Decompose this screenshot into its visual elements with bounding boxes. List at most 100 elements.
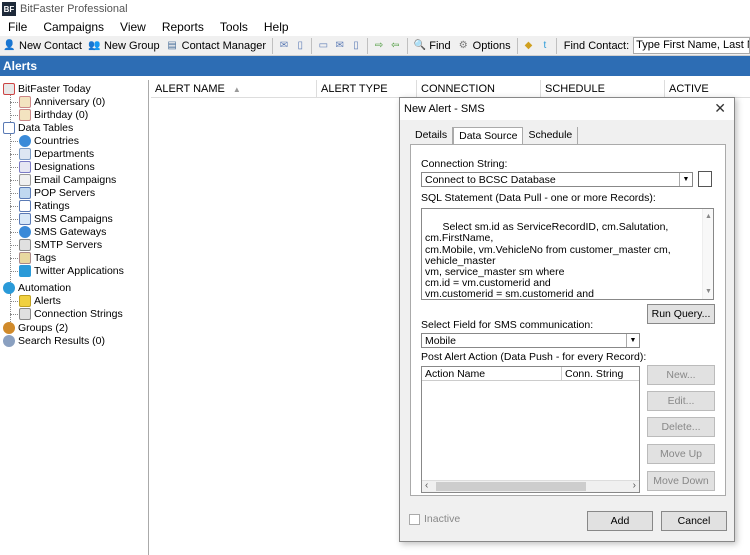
tree-item-countries[interactable]: Countries <box>19 134 79 147</box>
select-field-label: Select Field for SMS communication: <box>421 319 594 331</box>
menu-campaigns[interactable]: Campaigns <box>35 20 112 34</box>
tree-item-automation[interactable]: Automation <box>3 281 71 294</box>
tree-item-data-tables[interactable]: Data Tables <box>3 121 73 134</box>
column-header-action-name[interactable]: Action Name <box>422 367 562 381</box>
tree-item-pop-servers[interactable]: POP Servers <box>19 186 95 199</box>
sort-ascending-icon: ▲ <box>232 84 241 94</box>
tree-label: Designations <box>34 160 95 173</box>
toolbar: 👤 New Contact 👥 New Group ▤ Contact Mana… <box>0 36 750 56</box>
tree-item-tags[interactable]: Tags <box>19 251 56 264</box>
toolbar-separator <box>516 37 518 54</box>
globe-icon <box>19 134 31 147</box>
menu-tools[interactable]: Tools <box>212 20 256 34</box>
tree-item-designations[interactable]: Designations <box>19 160 95 173</box>
tree-item-departments[interactable]: Departments <box>19 147 94 160</box>
inactive-label: Inactive <box>424 513 461 525</box>
sms-field-value: Mobile <box>425 334 456 347</box>
tree-item-bitfaster-today[interactable]: BitFaster Today <box>3 82 91 95</box>
options-button[interactable]: ⚙ Options <box>454 37 514 55</box>
menu-view[interactable]: View <box>112 20 154 34</box>
tree-label: Search Results (0) <box>18 334 105 347</box>
new-action-button[interactable]: New... <box>647 365 715 385</box>
tree-item-sms-campaigns[interactable]: SMS Campaigns <box>19 212 113 225</box>
close-icon[interactable]: ✕ <box>714 100 726 117</box>
sms-field-select[interactable]: Mobile ▼ <box>421 333 640 348</box>
import-icon[interactable]: ⇨ <box>373 38 385 54</box>
tree-connector <box>10 115 18 116</box>
tree-connector <box>10 206 18 207</box>
menu-file[interactable]: File <box>0 20 35 34</box>
delete-action-button[interactable]: Delete... <box>647 417 715 437</box>
tab-data-source[interactable]: Data Source <box>453 127 524 145</box>
tree-label: BitFaster Today <box>18 82 91 95</box>
edit-action-button[interactable]: Edit... <box>647 391 715 411</box>
server-icon <box>19 238 31 251</box>
tree-item-ratings[interactable]: Ratings <box>19 199 70 212</box>
sms-icon[interactable]: ▯ <box>350 38 362 54</box>
bitfaster-icon[interactable]: ◆ <box>522 38 534 54</box>
tree-item-smtp-servers[interactable]: SMTP Servers <box>19 238 102 251</box>
scroll-up-icon[interactable]: ▲ <box>705 211 712 222</box>
scrollbar-thumb[interactable] <box>436 482 586 491</box>
twitter-icon[interactable]: t <box>539 38 551 54</box>
scroll-right-icon[interactable]: › <box>633 480 636 491</box>
column-header-active[interactable]: ACTIVE <box>665 80 750 98</box>
inactive-checkbox[interactable] <box>409 514 420 525</box>
new-contact-button[interactable]: 👤 New Contact <box>0 37 85 55</box>
document-icon[interactable]: ▭ <box>317 38 329 54</box>
export-icon[interactable]: ⇦ <box>389 38 401 54</box>
email-campaign-icon[interactable]: ✉ <box>333 38 345 54</box>
menu-help[interactable]: Help <box>256 20 297 34</box>
tree-item-groups[interactable]: Groups (2) <box>3 321 68 334</box>
tab-details[interactable]: Details <box>410 127 454 144</box>
post-alert-actions-grid[interactable]: Action Name Conn. String ‹ › <box>421 366 640 493</box>
tree-item-twitter-applications[interactable]: Twitter Applications <box>19 264 124 277</box>
contact-manager-button[interactable]: ▤ Contact Manager <box>163 37 269 55</box>
tree-item-birthday[interactable]: Birthday (0) <box>19 108 88 121</box>
dialog-title-bar: New Alert - SMS ✕ <box>400 98 734 120</box>
column-header-alert-name[interactable]: ALERT NAME ▲ <box>151 80 317 98</box>
find-button[interactable]: 🔍 Find <box>410 37 453 55</box>
connection-icon <box>19 307 31 320</box>
sql-statement-textarea[interactable]: Select sm.id as ServiceRecordID, cm.Salu… <box>421 208 714 300</box>
chevron-down-icon: ▼ <box>626 334 639 347</box>
connection-string-select[interactable]: Connect to BCSC Database ▼ <box>421 172 693 187</box>
server-icon <box>19 186 31 199</box>
move-up-button[interactable]: Move Up <box>647 444 715 464</box>
departments-icon <box>19 147 31 160</box>
move-down-button[interactable]: Move Down <box>647 471 715 491</box>
tree-item-alerts[interactable]: Alerts <box>19 294 61 307</box>
cancel-button[interactable]: Cancel <box>661 511 727 531</box>
tree-connector <box>10 232 18 233</box>
sql-scrollbar[interactable]: ▲ ▼ <box>702 209 713 299</box>
tree-connector <box>10 167 18 168</box>
scroll-left-icon[interactable]: ‹ <box>425 480 428 491</box>
column-label: ALERT TYPE <box>321 83 388 95</box>
new-connection-document-icon[interactable] <box>698 171 712 187</box>
tree-item-email-campaigns[interactable]: Email Campaigns <box>19 173 116 186</box>
tree-item-search-results[interactable]: Search Results (0) <box>3 334 105 347</box>
add-button[interactable]: Add <box>587 511 653 531</box>
email-icon[interactable]: ✉ <box>278 38 290 54</box>
post-alert-label: Post Alert Action (Data Push - for every… <box>421 351 647 363</box>
run-query-button[interactable]: Run Query... <box>647 304 715 324</box>
email-icon <box>19 173 31 186</box>
column-header-connection[interactable]: CONNECTION <box>417 80 541 98</box>
person-icon: 👤 <box>3 40 16 51</box>
new-group-button[interactable]: 👥 New Group <box>85 37 163 55</box>
calendar-icon <box>3 82 15 95</box>
horizontal-scrollbar[interactable]: ‹ › <box>422 480 639 492</box>
phone-icon[interactable]: ▯ <box>294 38 306 54</box>
column-header-conn-string[interactable]: Conn. String <box>562 367 639 381</box>
alerts-grid-body[interactable] <box>151 98 399 555</box>
column-header-alert-type[interactable]: ALERT TYPE <box>317 80 417 98</box>
find-contact-input[interactable]: Type First Name, Last Name or Em <box>633 37 750 54</box>
column-header-schedule[interactable]: SCHEDULE <box>541 80 665 98</box>
tab-schedule[interactable]: Schedule <box>523 127 579 144</box>
menu-reports[interactable]: Reports <box>154 20 212 34</box>
tree-item-anniversary[interactable]: Anniversary (0) <box>19 95 105 108</box>
tree-item-connection-strings[interactable]: Connection Strings <box>19 307 123 320</box>
scroll-down-icon[interactable]: ▼ <box>705 286 712 297</box>
tree-item-sms-gateways[interactable]: SMS Gateways <box>19 225 106 238</box>
tree-connector <box>10 314 18 315</box>
